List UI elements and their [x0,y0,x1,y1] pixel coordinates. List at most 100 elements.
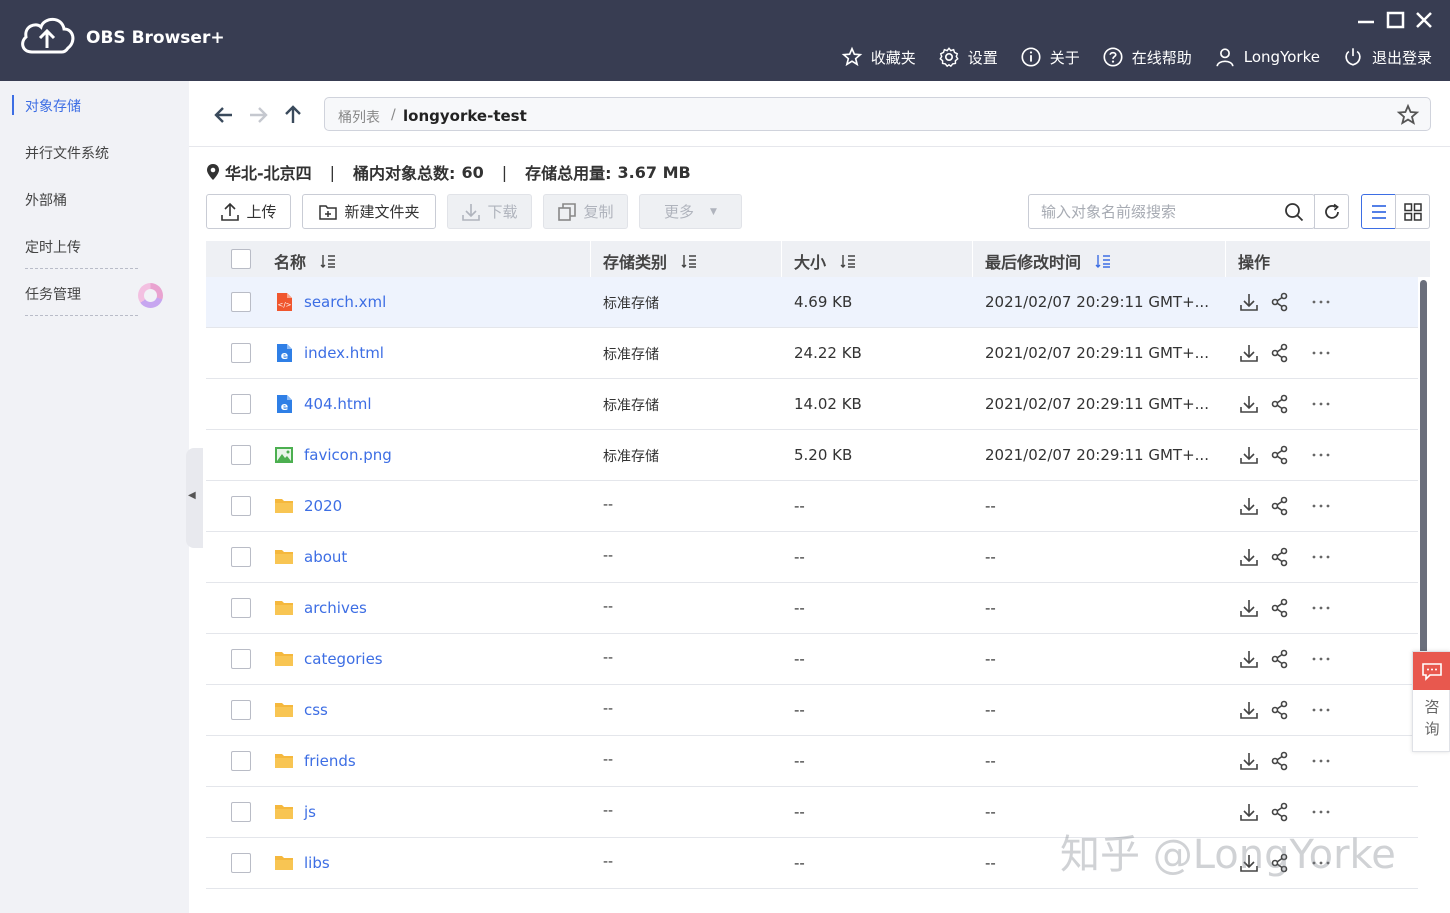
row-checkbox[interactable] [231,649,251,669]
more-options-icon[interactable] [1310,648,1332,670]
share-icon[interactable] [1269,597,1291,619]
nav-about[interactable]: 关于 [1020,46,1080,68]
close-icon[interactable] [1414,11,1434,29]
file-name-link[interactable]: categories [304,650,383,668]
download-icon[interactable] [1238,342,1260,364]
row-checkbox[interactable] [231,802,251,822]
table-row[interactable]: e index.html 标准存储 24.22 KB 2021/02/07 20:29:… [206,328,1418,379]
table-row[interactable]: about -- -- -- [206,532,1418,583]
row-checkbox[interactable] [231,700,251,720]
search-icon[interactable] [1284,202,1304,222]
more-options-icon[interactable] [1310,699,1332,721]
file-name-link[interactable]: 2020 [304,497,342,515]
share-icon[interactable] [1269,291,1291,313]
maximize-icon[interactable] [1386,11,1406,29]
row-checkbox[interactable] [231,445,251,465]
row-checkbox[interactable] [231,394,251,414]
sort-icon[interactable] [320,253,336,269]
more-options-icon[interactable] [1310,801,1332,823]
table-row[interactable]: archives -- -- -- [206,583,1418,634]
upload-button[interactable]: 上传 [206,194,291,229]
table-row[interactable]: e 404.html 标准存储 14.02 KB 2021/02/07 20:29:11… [206,379,1418,430]
back-arrow-icon[interactable] [212,103,236,127]
table-row[interactable]: categories -- -- -- [206,634,1418,685]
sidebar-item-object-storage[interactable]: 对象存储 [25,96,81,116]
breadcrumb[interactable]: 桶列表 / longyorke-test [324,97,1431,131]
row-checkbox[interactable] [231,292,251,312]
nav-help[interactable]: 在线帮助 [1102,46,1192,68]
table-row[interactable]: favicon.png 标准存储 5.20 KB 2021/02/07 20:29:1… [206,430,1418,481]
list-view-button[interactable] [1361,194,1396,229]
file-name-link[interactable]: libs [304,854,330,872]
row-checkbox[interactable] [231,496,251,516]
sidebar-item-parallel-fs[interactable]: 并行文件系统 [25,143,109,163]
consult-widget[interactable]: 咨询 [1412,651,1450,752]
more-options-icon[interactable] [1310,291,1332,313]
row-checkbox[interactable] [231,598,251,618]
more-options-icon[interactable] [1310,342,1332,364]
column-storage-class[interactable]: 存储类别 [603,249,697,273]
more-options-icon[interactable] [1310,444,1332,466]
file-name-link[interactable]: archives [304,599,367,617]
download-icon[interactable] [1238,801,1260,823]
file-name-link[interactable]: friends [304,752,356,770]
forward-arrow-icon[interactable] [246,103,270,127]
search-input[interactable] [1041,203,1271,221]
download-icon[interactable] [1238,648,1260,670]
sidebar-item-external-bucket[interactable]: 外部桶 [25,190,67,210]
breadcrumb-root[interactable]: 桶列表 [338,107,380,127]
row-checkbox[interactable] [231,343,251,363]
share-icon[interactable] [1269,750,1291,772]
download-icon[interactable] [1238,444,1260,466]
nav-user[interactable]: LongYorke [1214,46,1320,68]
sort-icon[interactable] [681,253,697,269]
more-options-icon[interactable] [1310,597,1332,619]
download-icon[interactable] [1238,393,1260,415]
table-row[interactable]: friends -- -- -- [206,736,1418,787]
file-name-link[interactable]: index.html [304,344,384,362]
refresh-button[interactable] [1314,194,1349,229]
download-icon[interactable] [1238,750,1260,772]
select-all-checkbox[interactable] [231,249,251,269]
download-icon[interactable] [1238,495,1260,517]
copy-button[interactable]: 复制 [543,194,628,229]
share-icon[interactable] [1269,393,1291,415]
nav-logout[interactable]: 退出登录 [1342,46,1432,68]
file-name-link[interactable]: about [304,548,347,566]
download-icon[interactable] [1238,699,1260,721]
minimize-icon[interactable] [1356,12,1376,28]
file-name-link[interactable]: js [304,803,316,821]
favorite-star-icon[interactable] [1396,103,1420,127]
column-modified[interactable]: 最后修改时间 [985,249,1111,273]
file-name-link[interactable]: css [304,701,328,719]
table-row[interactable]: </> search.xml 标准存储 4.69 KB 2021/02/07 20:29… [206,277,1418,328]
download-icon[interactable] [1238,597,1260,619]
up-arrow-icon[interactable] [281,103,305,127]
share-icon[interactable] [1269,546,1291,568]
file-name-link[interactable]: favicon.png [304,446,392,464]
share-icon[interactable] [1269,444,1291,466]
column-name[interactable]: 名称 [274,249,336,273]
row-checkbox[interactable] [231,751,251,771]
sidebar-item-scheduled-upload[interactable]: 定时上传 [25,237,81,257]
file-name-link[interactable]: 404.html [304,395,372,413]
share-icon[interactable] [1269,801,1291,823]
nav-settings[interactable]: 设置 [938,46,998,68]
share-icon[interactable] [1269,648,1291,670]
share-icon[interactable] [1269,342,1291,364]
new-folder-button[interactable]: 新建文件夹 [302,194,436,229]
download-icon[interactable] [1238,291,1260,313]
scrollbar-thumb[interactable] [1420,280,1427,675]
row-checkbox[interactable] [231,547,251,567]
share-icon[interactable] [1269,495,1291,517]
table-row[interactable]: 2020 -- -- -- [206,481,1418,532]
sort-icon[interactable] [840,253,856,269]
more-options-icon[interactable] [1310,495,1332,517]
sidebar-item-task-management[interactable]: 任务管理 [25,284,81,304]
table-row[interactable]: css -- -- -- [206,685,1418,736]
more-options-icon[interactable] [1310,393,1332,415]
download-icon[interactable] [1238,546,1260,568]
download-button[interactable]: 下载 [447,194,532,229]
grid-view-button[interactable] [1395,194,1430,229]
share-icon[interactable] [1269,699,1291,721]
